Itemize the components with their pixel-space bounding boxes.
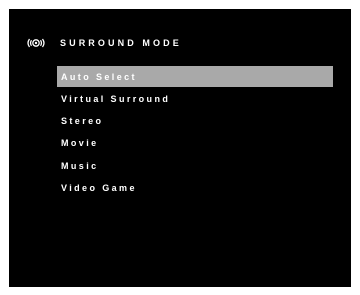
menu-item-music[interactable]: Music [57, 155, 333, 176]
menu-title: SURROUND MODE [60, 38, 182, 48]
osd-screen: SURROUND MODE Auto Select Virtual Surrou… [9, 9, 351, 287]
menu-item-movie[interactable]: Movie [57, 133, 333, 154]
menu-item-video-game[interactable]: Video Game [57, 177, 333, 198]
menu-header: SURROUND MODE [25, 36, 182, 50]
menu-item-stereo[interactable]: Stereo [57, 111, 333, 132]
surround-sound-icon [25, 37, 47, 49]
surround-mode-list: Auto Select Virtual Surround Stereo Movi… [57, 66, 333, 200]
menu-item-virtual-surround[interactable]: Virtual Surround [57, 88, 333, 109]
menu-item-auto-select[interactable]: Auto Select [57, 66, 333, 87]
